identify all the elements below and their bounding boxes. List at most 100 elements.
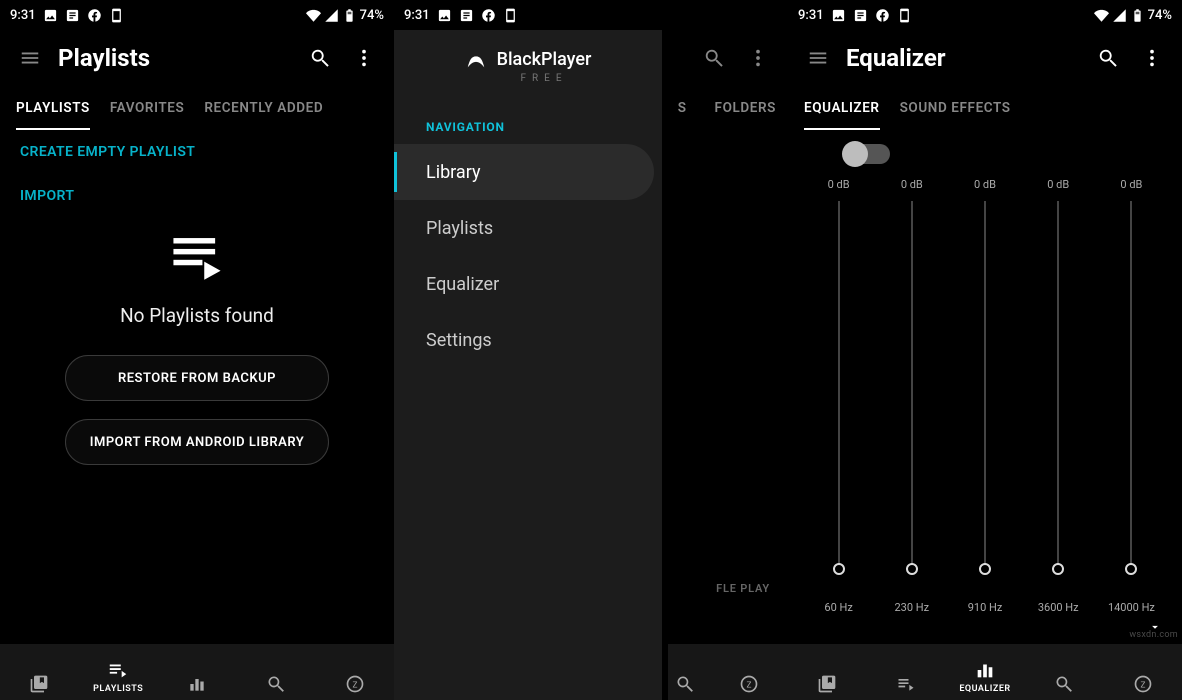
band-hz: 3600 Hz: [1038, 601, 1079, 614]
shuffle-fragment[interactable]: FLE PLAY: [716, 582, 770, 595]
eq-bands: 0 dB 60 Hz 0 dB 230 Hz 0 dB 910 Hz 0 dB …: [788, 172, 1182, 614]
import-android-button[interactable]: IMPORT FROM ANDROID LIBRARY: [65, 419, 329, 465]
nav-label: EQUALIZER: [959, 684, 1010, 694]
wifi-icon: [306, 8, 321, 23]
band-db: 0 dB: [901, 178, 923, 191]
nav-equalizer[interactable]: EQUALIZER: [949, 659, 1021, 694]
more-icon[interactable]: [342, 36, 386, 80]
status-time: 9:31: [404, 8, 430, 23]
watermark: wsxdn.com: [1129, 630, 1178, 640]
band-db: 0 dB: [974, 178, 996, 191]
eq-band-60: 0 dB 60 Hz: [802, 178, 875, 614]
wifi-icon: [1094, 8, 1109, 23]
signal-icon: [324, 8, 339, 23]
tab-row: PLAYLISTS FAVORITES RECENTLY ADDED: [0, 86, 394, 130]
nav-sleep[interactable]: Z: [1107, 674, 1179, 694]
eq-toggle[interactable]: [844, 144, 890, 164]
band-slider[interactable]: [1022, 201, 1095, 583]
page-title: Equalizer: [846, 44, 1086, 72]
phone-playlists: 9:31 74% Playlists PLAYLISTS FAVORITES R…: [0, 0, 394, 700]
nav-section-label: NAVIGATION: [394, 102, 662, 144]
status-time: 9:31: [10, 8, 36, 23]
eq-band-3600: 0 dB 3600 Hz: [1022, 178, 1095, 614]
create-playlist-link[interactable]: CREATE EMPTY PLAYLIST: [0, 130, 394, 174]
nav-library[interactable]: [3, 674, 75, 694]
band-hz: 910 Hz: [968, 601, 1003, 614]
band-db: 0 dB: [1047, 178, 1069, 191]
nav-playlists[interactable]: [870, 674, 942, 694]
page-title: Playlists: [58, 44, 298, 72]
app-name: BlackPlayer: [497, 49, 592, 70]
nav-label: PLAYLISTS: [93, 684, 143, 694]
battery-icon: [1130, 8, 1145, 23]
nav-sleep[interactable]: Z: [732, 674, 766, 694]
band-slider[interactable]: [1095, 201, 1168, 583]
content: CREATE EMPTY PLAYLIST IMPORT No Playlist…: [0, 130, 394, 644]
image-icon: [437, 8, 452, 23]
svg-text:Z: Z: [1140, 680, 1145, 690]
eq-content: 0 dB 60 Hz 0 dB 230 Hz 0 dB 910 Hz 0 dB …: [788, 130, 1182, 644]
nav-playlists[interactable]: PLAYLISTS: [82, 659, 154, 694]
note-icon: [459, 8, 474, 23]
tab-favorites[interactable]: FAVORITES: [100, 86, 195, 130]
signal-icon: [1112, 8, 1127, 23]
app-tier: FREE: [520, 73, 567, 84]
phone-drawer: 9:31 S FOLDERS FLE PLAY Z Bla: [394, 0, 788, 700]
preset-dropdown[interactable]: [788, 614, 1182, 644]
nav-library[interactable]: [791, 674, 863, 694]
tab-playlists[interactable]: PLAYLISTS: [6, 86, 100, 130]
band-hz: 60 Hz: [824, 601, 852, 614]
eq-band-14000: 0 dB 14000 Hz: [1095, 178, 1168, 614]
status-bar: 9:31: [394, 0, 788, 30]
nav-search[interactable]: [1028, 674, 1100, 694]
nav-search[interactable]: [668, 674, 702, 694]
image-icon: [831, 8, 846, 23]
drawer-item-settings[interactable]: Settings: [394, 312, 654, 368]
status-time: 9:31: [798, 8, 824, 23]
hamburger-icon[interactable]: [8, 36, 52, 80]
import-link[interactable]: IMPORT: [0, 174, 394, 218]
band-slider[interactable]: [802, 201, 875, 583]
drawer-item-equalizer[interactable]: Equalizer: [394, 256, 654, 312]
battery-icon: [342, 8, 357, 23]
image-icon: [43, 8, 58, 23]
facebook-icon: [481, 8, 496, 23]
eq-band-910: 0 dB 910 Hz: [948, 178, 1021, 614]
facebook-icon: [875, 8, 890, 23]
search-icon[interactable]: [298, 36, 342, 80]
nav-search[interactable]: [240, 674, 312, 694]
drawer-header: BlackPlayer FREE: [394, 30, 662, 102]
drawer-item-playlists[interactable]: Playlists: [394, 200, 654, 256]
band-hz: 14000 Hz: [1108, 601, 1155, 614]
tab-fragment[interactable]: S: [678, 100, 687, 116]
restore-button[interactable]: RESTORE FROM BACKUP: [65, 355, 329, 401]
app-logo-icon: [465, 49, 487, 71]
battery-pct: 74%: [360, 8, 384, 23]
tabs-partial: S FOLDERS: [678, 86, 788, 130]
phone-equalizer: 9:31 74% Equalizer EQUALIZER SOUND EFFEC…: [788, 0, 1182, 700]
nav-sleep[interactable]: Z: [319, 674, 391, 694]
tab-recent[interactable]: RECENTLY ADDED: [194, 86, 333, 130]
nav-equalizer[interactable]: [161, 674, 233, 694]
tab-row: EQUALIZER SOUND EFFECTS: [788, 86, 1182, 130]
svg-text:Z: Z: [747, 680, 752, 690]
band-db: 0 dB: [1120, 178, 1142, 191]
more-icon[interactable]: [736, 36, 780, 80]
battery-pct: 74%: [1148, 8, 1172, 23]
more-icon[interactable]: [1130, 36, 1174, 80]
tab-folders[interactable]: FOLDERS: [715, 100, 776, 116]
band-slider[interactable]: [875, 201, 948, 583]
empty-text: No Playlists found: [120, 304, 274, 327]
hamburger-icon[interactable]: [796, 36, 840, 80]
drawer-item-library[interactable]: Library: [394, 144, 654, 200]
note-icon: [65, 8, 80, 23]
search-icon[interactable]: [692, 36, 736, 80]
bottom-nav: PLAYLISTS Z: [0, 644, 394, 700]
device-icon: [109, 8, 124, 23]
search-icon[interactable]: [1086, 36, 1130, 80]
svg-text:Z: Z: [352, 680, 357, 690]
status-bar: 9:31 74%: [0, 0, 394, 30]
band-slider[interactable]: [948, 201, 1021, 583]
tab-equalizer[interactable]: EQUALIZER: [794, 86, 890, 130]
tab-sound-effects[interactable]: SOUND EFFECTS: [890, 86, 1021, 130]
